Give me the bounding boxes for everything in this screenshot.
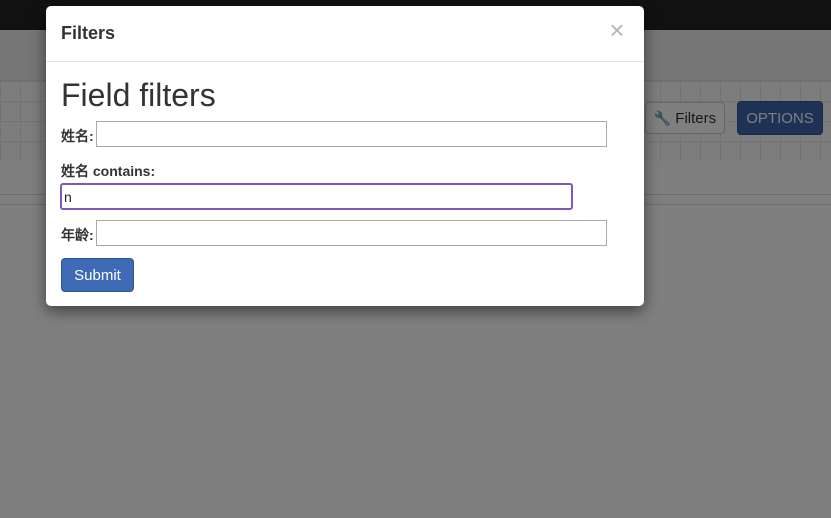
filters-modal: Filters × Field filters 姓名: 姓名 contains:…	[46, 6, 644, 306]
name-field-label: 姓名:	[61, 128, 94, 144]
age-input[interactable]	[96, 220, 607, 246]
close-icon[interactable]: ×	[607, 17, 627, 43]
name-input[interactable]	[96, 121, 607, 147]
modal-title: Filters	[61, 23, 116, 43]
name-contains-label: 姓名 contains:	[61, 163, 156, 179]
submit-button[interactable]: Submit	[61, 258, 134, 292]
name-contains-input[interactable]	[60, 183, 573, 210]
modal-header: Filters ×	[46, 6, 644, 62]
section-heading: Field filters	[61, 77, 216, 113]
age-field-label: 年龄:	[61, 227, 94, 243]
